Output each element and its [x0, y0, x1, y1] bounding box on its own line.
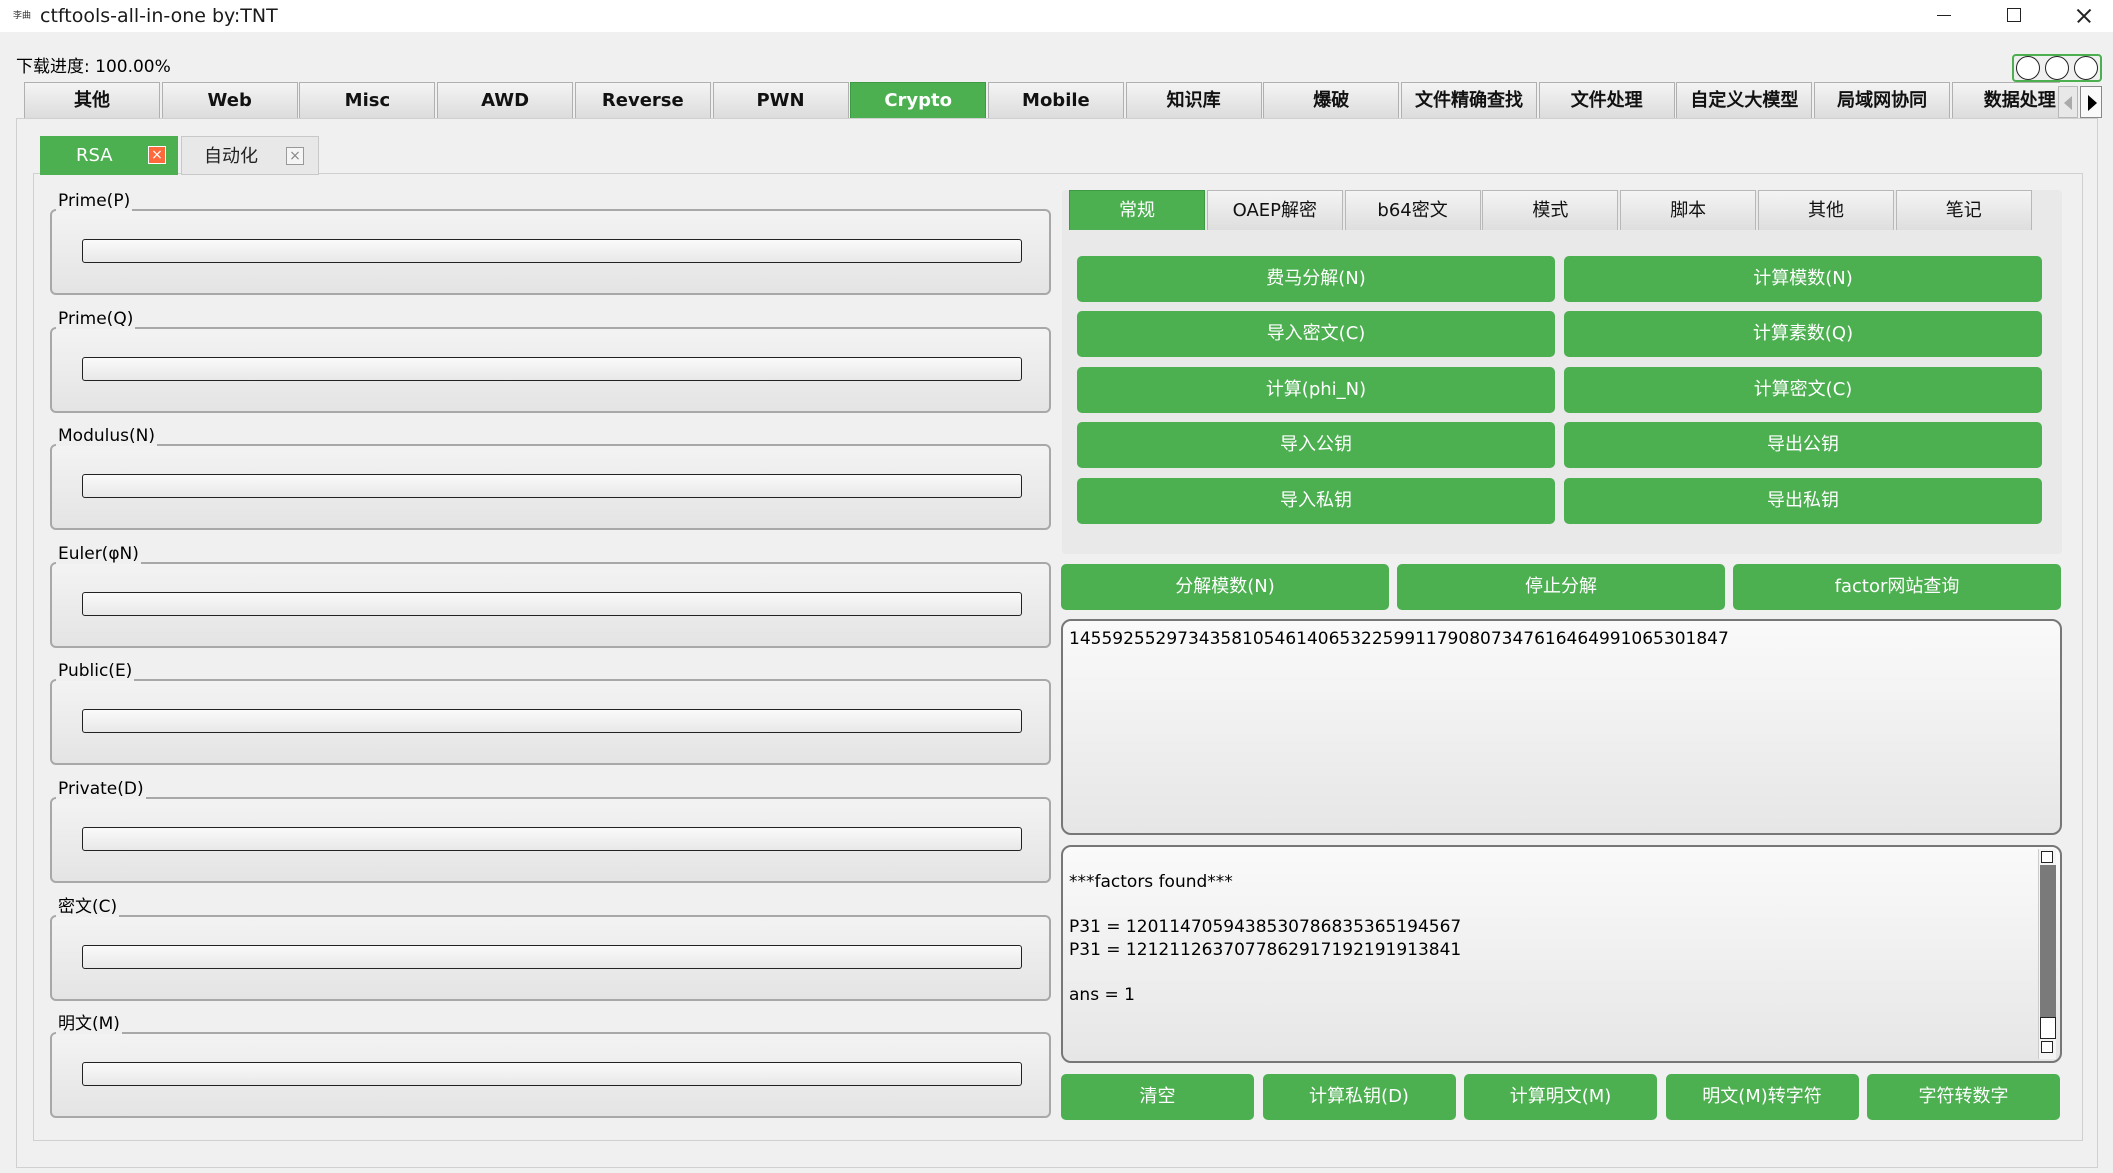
- factor-button-0[interactable]: 分解模数(N): [1061, 564, 1389, 610]
- field-input[interactable]: [82, 239, 1022, 263]
- title-bar: 李曲 ctftools-all-in-one by:TNT: [0, 0, 2113, 32]
- subtab-rsa-label: RSA: [76, 145, 113, 166]
- scroll-down-icon[interactable]: [2041, 1041, 2053, 1053]
- action-button-3-1[interactable]: 导出公钥: [1564, 422, 2042, 469]
- main-tab-misc-2[interactable]: Misc: [299, 82, 436, 118]
- main-tab-pwn-5[interactable]: PWN: [712, 82, 849, 118]
- main-tab-reverse-4[interactable]: Reverse: [574, 82, 711, 118]
- arrow-left-icon: [2064, 96, 2072, 110]
- field-label: Modulus(N): [56, 426, 157, 447]
- field-input[interactable]: [82, 827, 1022, 851]
- status-circle-icon[interactable]: [2016, 56, 2040, 80]
- field-group-prime-q-1: [50, 326, 1051, 413]
- field-label: Public(E): [56, 661, 135, 682]
- scrollbar-thumb[interactable]: [2040, 1017, 2056, 1039]
- main-tab-item-12[interactable]: 自定义大模型: [1676, 82, 1813, 118]
- field-input[interactable]: [82, 591, 1022, 616]
- maximize-button[interactable]: [1978, 0, 2048, 32]
- right-tab-b64-2[interactable]: b64密文: [1344, 190, 1481, 230]
- field-label: Prime(P): [56, 191, 133, 211]
- main-tab-item-10[interactable]: 文件精确查找: [1401, 82, 1537, 118]
- main-tab-item-13[interactable]: 局域网协同: [1814, 82, 1951, 118]
- close-icon[interactable]: ×: [286, 147, 304, 165]
- bottom-button-2[interactable]: 计算明文(M): [1464, 1074, 1657, 1120]
- field-input[interactable]: [82, 944, 1022, 969]
- output-scrollbar[interactable]: [2038, 849, 2056, 1059]
- close-icon[interactable]: ×: [148, 146, 166, 164]
- field-group-euler-n-3: [50, 561, 1051, 648]
- field-input[interactable]: [82, 474, 1022, 499]
- action-button-1-0[interactable]: 导入密文(C): [1077, 311, 1555, 358]
- subtab-rsa[interactable]: RSA ×: [40, 136, 178, 175]
- right-tab-item-4[interactable]: 脚本: [1620, 190, 1757, 230]
- status-indicators: [2012, 54, 2102, 82]
- field-group-c-6: [50, 914, 1051, 1001]
- window-title: ctftools-all-in-one by:TNT: [40, 5, 278, 27]
- field-group-public-e-4: [50, 679, 1051, 766]
- scroll-up-icon[interactable]: [2041, 851, 2053, 863]
- field-label: Prime(Q): [56, 308, 136, 329]
- factor-button-1[interactable]: 停止分解: [1397, 564, 1725, 610]
- main-tab-item-8[interactable]: 知识库: [1125, 82, 1262, 118]
- app-icon: 李曲: [12, 11, 31, 21]
- status-circle-icon[interactable]: [2074, 56, 2098, 80]
- main-tab-web-1[interactable]: Web: [161, 82, 298, 118]
- download-progress-label: 下载进度: 100.00%: [16, 57, 171, 77]
- right-tab-item-6[interactable]: 笔记: [1895, 190, 2032, 230]
- main-tab-item-0[interactable]: 其他: [24, 82, 160, 118]
- minimize-button[interactable]: [1909, 0, 1979, 32]
- action-button-0-0[interactable]: 费马分解(N): [1077, 256, 1555, 302]
- right-tab-item-3[interactable]: 模式: [1482, 190, 1619, 230]
- close-window-button[interactable]: [2048, 0, 2113, 32]
- factor-output-text: ***factors found*** P31 = 12011470594385…: [1069, 872, 1462, 1005]
- field-label: 密文(C): [56, 896, 120, 917]
- main-tab-mobile-7[interactable]: Mobile: [987, 82, 1124, 118]
- field-label: Euler(φN): [56, 543, 141, 564]
- field-group-m-7: [50, 1032, 1051, 1119]
- main-tab-item-9[interactable]: 爆破: [1263, 82, 1400, 118]
- factor-button-2[interactable]: factor网站查询: [1733, 564, 2061, 610]
- right-tab-item-5[interactable]: 其他: [1758, 190, 1894, 230]
- action-button-3-0[interactable]: 导入公钥: [1077, 422, 1555, 469]
- scrollbar-track[interactable]: [2040, 865, 2056, 1037]
- action-button-2-1[interactable]: 计算密文(C): [1564, 366, 2042, 413]
- subtab-automation-label: 自动化: [204, 146, 258, 167]
- right-tab-oaep-1[interactable]: OAEP解密: [1206, 190, 1343, 230]
- field-input[interactable]: [82, 1062, 1022, 1087]
- field-input[interactable]: [82, 709, 1022, 734]
- field-label: Private(D): [56, 779, 146, 799]
- action-button-4-0[interactable]: 导入私钥: [1077, 477, 1555, 524]
- modulus-textarea[interactable]: 1455925529734358105461406532259911790807…: [1061, 619, 2062, 835]
- tab-scroll-right-button[interactable]: [2080, 86, 2102, 118]
- main-tab-item-14[interactable]: 数据处理: [1951, 82, 2060, 118]
- bottom-button-3[interactable]: 明文(M)转字符: [1665, 1074, 1859, 1120]
- main-tab-bar: 其他 Web Misc AWD Reverse PWN Crypto Mobile 知识库 爆破文…: [24, 82, 2060, 118]
- factor-output-textarea[interactable]: ***factors found*** P31 = 12011470594385…: [1061, 845, 2062, 1063]
- main-tab-item-11[interactable]: 文件处理: [1538, 82, 1675, 118]
- arrow-right-icon: [2088, 95, 2097, 111]
- field-input[interactable]: [82, 356, 1022, 381]
- field-group-prime-p-0: [50, 209, 1051, 295]
- field-group-private-d-5: [50, 797, 1051, 883]
- field-label: 明文(M): [56, 1014, 122, 1035]
- subtab-automation[interactable]: 自动化 ×: [181, 136, 319, 175]
- tab-scroll-left-button[interactable]: [2058, 86, 2078, 118]
- action-button-4-1[interactable]: 导出私钥: [1564, 477, 2042, 524]
- bottom-button-4[interactable]: 字符转数字: [1867, 1074, 2060, 1120]
- action-button-1-1[interactable]: 计算素数(Q): [1564, 311, 2042, 358]
- right-tab-item-0[interactable]: 常规: [1069, 190, 1205, 230]
- field-group-modulus-n-2: [50, 444, 1051, 531]
- bottom-button-0[interactable]: 清空: [1061, 1074, 1254, 1120]
- status-circle-icon[interactable]: [2045, 56, 2069, 80]
- main-tab-crypto-6[interactable]: Crypto: [850, 82, 987, 118]
- bottom-button-1[interactable]: 计算私钥(D): [1262, 1074, 1456, 1120]
- action-button-2-0[interactable]: 计算(phi_N): [1077, 366, 1555, 413]
- action-button-0-1[interactable]: 计算模数(N): [1564, 256, 2042, 302]
- main-tab-awd-3[interactable]: AWD: [437, 82, 574, 118]
